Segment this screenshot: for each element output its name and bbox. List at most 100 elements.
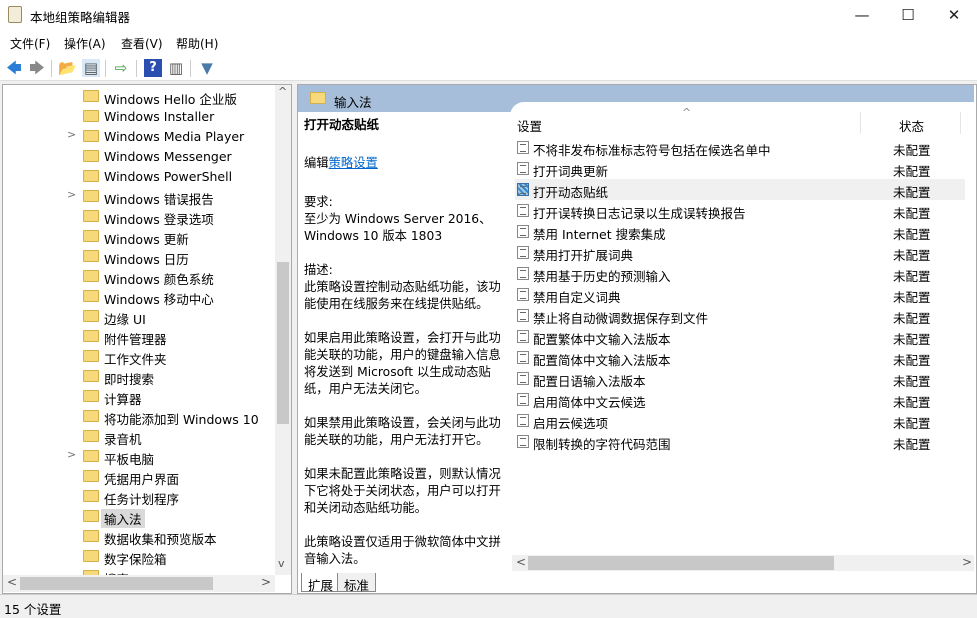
- tree-item[interactable]: Windows Hello 企业版: [3, 86, 275, 106]
- column-divider: [960, 112, 961, 134]
- setting-row[interactable]: 限制转换的字符代码范围未配置: [515, 431, 965, 452]
- tree-horizontal-scroll-thumb[interactable]: [20, 577, 213, 590]
- folder-icon: [83, 210, 99, 222]
- menu-help[interactable]: 帮助(H): [176, 35, 218, 52]
- setting-name: 禁用自定义词典: [533, 287, 621, 306]
- scroll-right-arrow[interactable]: >: [962, 555, 972, 569]
- close-button[interactable]: ✕: [931, 0, 977, 31]
- setting-name: 禁用打开扩展词典: [533, 245, 633, 264]
- setting-row[interactable]: 配置日语输入法版本未配置: [515, 368, 965, 389]
- tree-item-label: Windows Messenger: [104, 149, 232, 164]
- description-panel: 打开动态贴纸 编辑策略设置 要求:至少为 Windows Server 2016…: [304, 116, 504, 585]
- folder-icon: [83, 150, 99, 162]
- menu-view[interactable]: 查看(V): [121, 35, 163, 52]
- scroll-up-arrow[interactable]: ^: [278, 85, 287, 98]
- setting-row[interactable]: 打开动态贴纸未配置: [515, 179, 965, 200]
- tree-item[interactable]: 任务计划程序: [3, 486, 275, 506]
- column-header-state[interactable]: 状态: [899, 116, 924, 135]
- tree-item[interactable]: >Windows Media Player: [3, 126, 275, 146]
- minimize-button[interactable]: —: [839, 0, 885, 31]
- tree-item[interactable]: Windows Installer: [3, 106, 275, 126]
- setting-state: 未配置: [893, 266, 931, 285]
- setting-row[interactable]: 启用简体中文云候选未配置: [515, 389, 965, 410]
- tree-item[interactable]: Windows 登录选项: [3, 206, 275, 226]
- tree-vertical-scroll-thumb[interactable]: [277, 262, 289, 424]
- tree-item[interactable]: 计算器: [3, 386, 275, 406]
- setting-row[interactable]: 不将非发布标准标志符号包括在候选名单中未配置: [515, 137, 965, 158]
- setting-row[interactable]: 禁止将自动微调数据保存到文件未配置: [515, 305, 965, 326]
- tree-item[interactable]: 数据收集和预览版本: [3, 526, 275, 546]
- tree-item[interactable]: 附件管理器: [3, 326, 275, 346]
- tree-item[interactable]: 输入法: [3, 506, 275, 526]
- scroll-left-arrow[interactable]: <: [7, 575, 17, 589]
- tree-item[interactable]: Windows Messenger: [3, 146, 275, 166]
- maximize-button[interactable]: ☐: [885, 0, 931, 31]
- setting-name: 配置简体中文输入法版本: [533, 350, 671, 369]
- scroll-down-arrow[interactable]: v: [278, 557, 285, 570]
- setting-row[interactable]: 打开词典更新未配置: [515, 158, 965, 179]
- setting-row[interactable]: 打开误转换日志记录以生成误转换报告未配置: [515, 200, 965, 221]
- setting-name: 禁用基于历史的预测输入: [533, 266, 671, 285]
- title-bar: 本地组策略编辑器 — ☐ ✕: [0, 0, 977, 31]
- menu-file[interactable]: 文件(F): [10, 35, 50, 52]
- filter-icon[interactable]: ▼: [198, 59, 216, 77]
- divider: [190, 60, 191, 77]
- tree-item[interactable]: Windows 更新: [3, 226, 275, 246]
- back-icon[interactable]: 🡄: [5, 59, 23, 77]
- status-text: 15 个设置: [4, 599, 61, 618]
- edit-policy-link[interactable]: 策略设置: [329, 156, 378, 170]
- folder-icon: [83, 510, 99, 522]
- tree-item[interactable]: 边缘 UI: [3, 306, 275, 326]
- folder-icon: [83, 350, 99, 362]
- expand-arrow-icon[interactable]: >: [67, 188, 76, 201]
- list-horizontal-scroll-thumb[interactable]: [528, 556, 834, 570]
- tree-item[interactable]: Windows 日历: [3, 246, 275, 266]
- scroll-right-arrow[interactable]: >: [261, 575, 271, 589]
- folder-icon: [83, 190, 99, 202]
- setting-state: 未配置: [893, 161, 931, 180]
- setting-state: 未配置: [893, 245, 931, 264]
- tree-item[interactable]: Windows 颜色系统: [3, 266, 275, 286]
- policy-icon: [517, 372, 529, 385]
- tree-item[interactable]: 工作文件夹: [3, 346, 275, 366]
- window-title: 本地组策略编辑器: [30, 7, 130, 26]
- properties-icon[interactable]: ▥: [167, 59, 185, 77]
- tree-item[interactable]: 数字保险箱: [3, 546, 275, 566]
- export-list-icon[interactable]: ⇨: [112, 59, 130, 77]
- setting-name: 打开误转换日志记录以生成误转换报告: [533, 203, 746, 222]
- setting-row[interactable]: 启用云候选项未配置: [515, 410, 965, 431]
- help-icon[interactable]: ?: [144, 59, 162, 77]
- description-not-configured: 如果未配置此策略设置，则默认情况下它将处于关闭状态，用户可以打开和关闭动态贴纸功…: [304, 466, 504, 517]
- setting-row[interactable]: 禁用打开扩展词典 未配置: [515, 242, 965, 263]
- tree-item[interactable]: Windows 移动中心: [3, 286, 275, 306]
- tree-item[interactable]: >Windows 错误报告: [3, 186, 275, 206]
- scroll-left-arrow[interactable]: <: [516, 555, 526, 569]
- setting-state: 未配置: [893, 308, 931, 327]
- setting-row[interactable]: 禁用自定义词典未配置: [515, 284, 965, 305]
- up-folder-icon[interactable]: 📂: [58, 59, 76, 77]
- tab-standard[interactable]: 标准: [337, 573, 376, 592]
- expand-arrow-icon[interactable]: >: [67, 448, 76, 461]
- tree-item[interactable]: 即时搜索: [3, 366, 275, 386]
- tree-item[interactable]: 录音机: [3, 426, 275, 446]
- policy-icon: [517, 414, 529, 427]
- forward-icon[interactable]: 🡆: [28, 59, 46, 77]
- setting-row[interactable]: 禁用基于历史的预测输入 未配置: [515, 263, 965, 284]
- expand-arrow-icon[interactable]: >: [67, 128, 76, 141]
- setting-row[interactable]: 配置简体中文输入法版本未配置: [515, 347, 965, 368]
- tree-item[interactable]: 将功能添加到 Windows 10: [3, 406, 275, 426]
- folder-icon: [83, 170, 99, 182]
- tree-item[interactable]: >平板电脑: [3, 446, 275, 466]
- folder-icon: [83, 270, 99, 282]
- setting-row[interactable]: 配置繁体中文输入法版本未配置: [515, 326, 965, 347]
- policy-icon: [517, 309, 529, 322]
- tab-extended[interactable]: 扩展: [301, 573, 340, 592]
- show-hide-tree-icon[interactable]: ▤: [82, 59, 100, 77]
- setting-row[interactable]: 禁用 Internet 搜索集成未配置: [515, 221, 965, 242]
- column-header-setting[interactable]: 设置: [517, 116, 542, 135]
- description-scope: 此策略设置仅适用于微软简体中文拼音输入法。: [304, 534, 504, 568]
- tree-item[interactable]: 凭据用户界面: [3, 466, 275, 486]
- tree-item[interactable]: Windows PowerShell: [3, 166, 275, 186]
- menu-action[interactable]: 操作(A): [64, 35, 106, 52]
- setting-name: 启用简体中文云候选: [533, 392, 646, 411]
